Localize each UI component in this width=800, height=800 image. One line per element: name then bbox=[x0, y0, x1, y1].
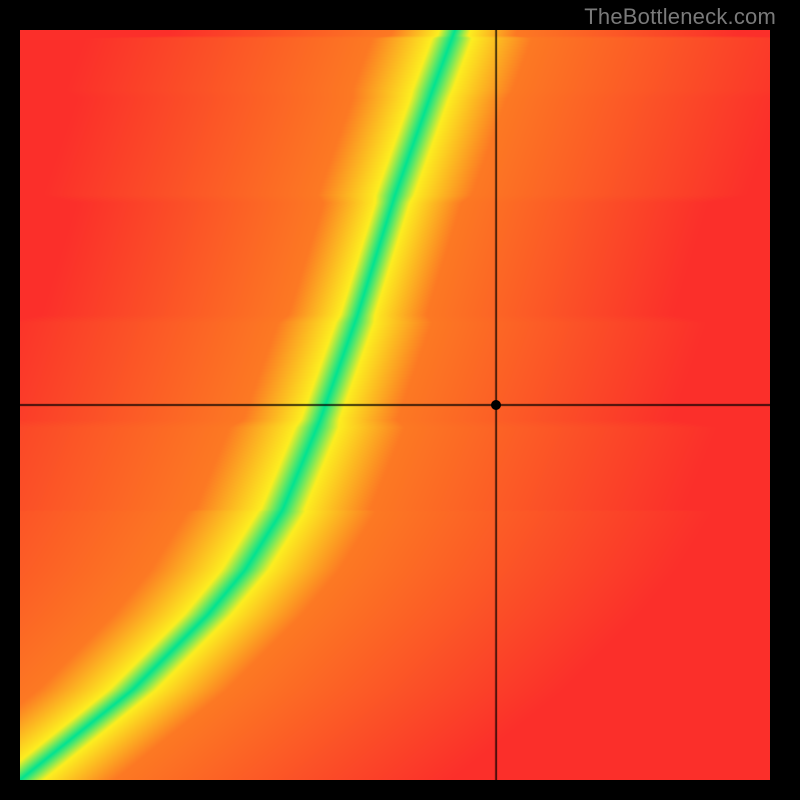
watermark-text: TheBottleneck.com bbox=[584, 4, 776, 30]
selection-marker bbox=[491, 400, 501, 410]
chart-container: { "watermark": "TheBottleneck.com", "cha… bbox=[0, 0, 800, 800]
bottleneck-heatmap bbox=[20, 30, 770, 780]
